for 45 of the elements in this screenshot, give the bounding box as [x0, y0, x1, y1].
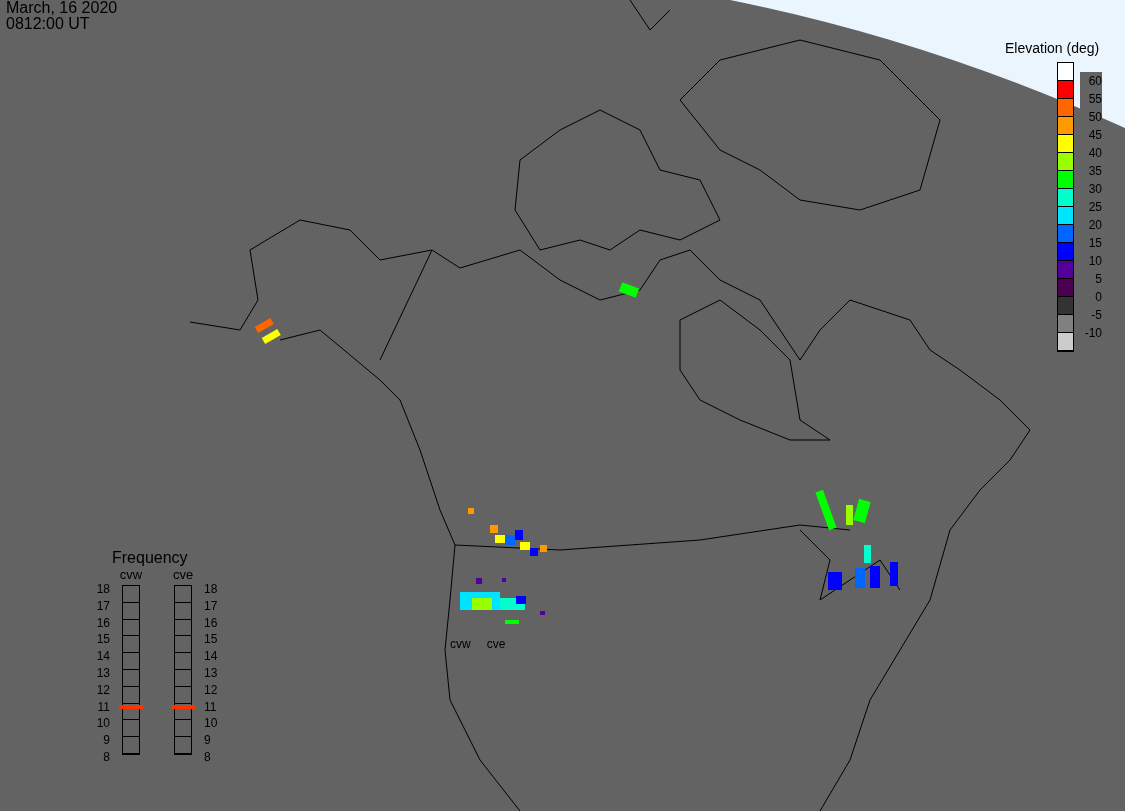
radar-label: cve	[172, 567, 194, 582]
radar-label: cve	[486, 636, 506, 653]
radar-label: cvw	[119, 567, 143, 582]
tick-label: 15	[95, 631, 110, 649]
tick-label: 12	[204, 681, 219, 699]
radar-echo-patch	[890, 562, 898, 586]
tick-label: 15	[204, 631, 219, 649]
tick-label: 13	[95, 665, 110, 682]
tick-label: 14	[204, 648, 219, 665]
radar-echo-patch	[870, 566, 880, 588]
radar-echo-patch	[618, 282, 640, 298]
tick-label: 12	[95, 681, 110, 699]
radar-echo-patch	[476, 578, 482, 584]
radar-echo-patch	[261, 328, 281, 344]
radar-echo-patch	[254, 317, 274, 333]
tick-label: 16	[95, 614, 110, 632]
tick-label: 8	[204, 748, 212, 766]
tick-label: 18	[204, 581, 219, 598]
tick-label: 9	[102, 732, 110, 749]
tick-label: 16	[204, 614, 219, 632]
tick-label: 14	[95, 648, 110, 665]
frequency-title: Frequency	[112, 549, 188, 567]
radar-echo-patch	[828, 572, 842, 590]
tick-label: 17	[95, 597, 110, 615]
tick-label: 17	[204, 597, 219, 615]
legend-title: Elevation (deg)	[1005, 40, 1100, 56]
radar-label: cvw	[450, 636, 471, 653]
tick-label: 9	[204, 732, 212, 749]
scale-label: 55	[1080, 90, 1102, 108]
tick-label: 10	[95, 715, 110, 733]
radar-echo-patch	[540, 611, 545, 615]
tick-label: 11	[96, 698, 110, 716]
tick-label: 8	[102, 748, 110, 766]
radar-echo-patch	[468, 508, 474, 514]
tick-label: 13	[204, 665, 219, 682]
tick-label: 18	[95, 581, 110, 598]
radar-echo-patch	[502, 578, 506, 582]
tick-label: 11	[204, 698, 218, 716]
radar-echo-patch	[855, 568, 865, 588]
radar-echo-patch	[505, 620, 519, 624]
time-label: 0812:00 UT	[6, 16, 90, 32]
tick-label: 10	[204, 715, 219, 733]
radar-echo-patch	[864, 545, 871, 563]
scale-label: 60	[1080, 72, 1102, 90]
date-label: March, 16 2020	[6, 0, 118, 16]
